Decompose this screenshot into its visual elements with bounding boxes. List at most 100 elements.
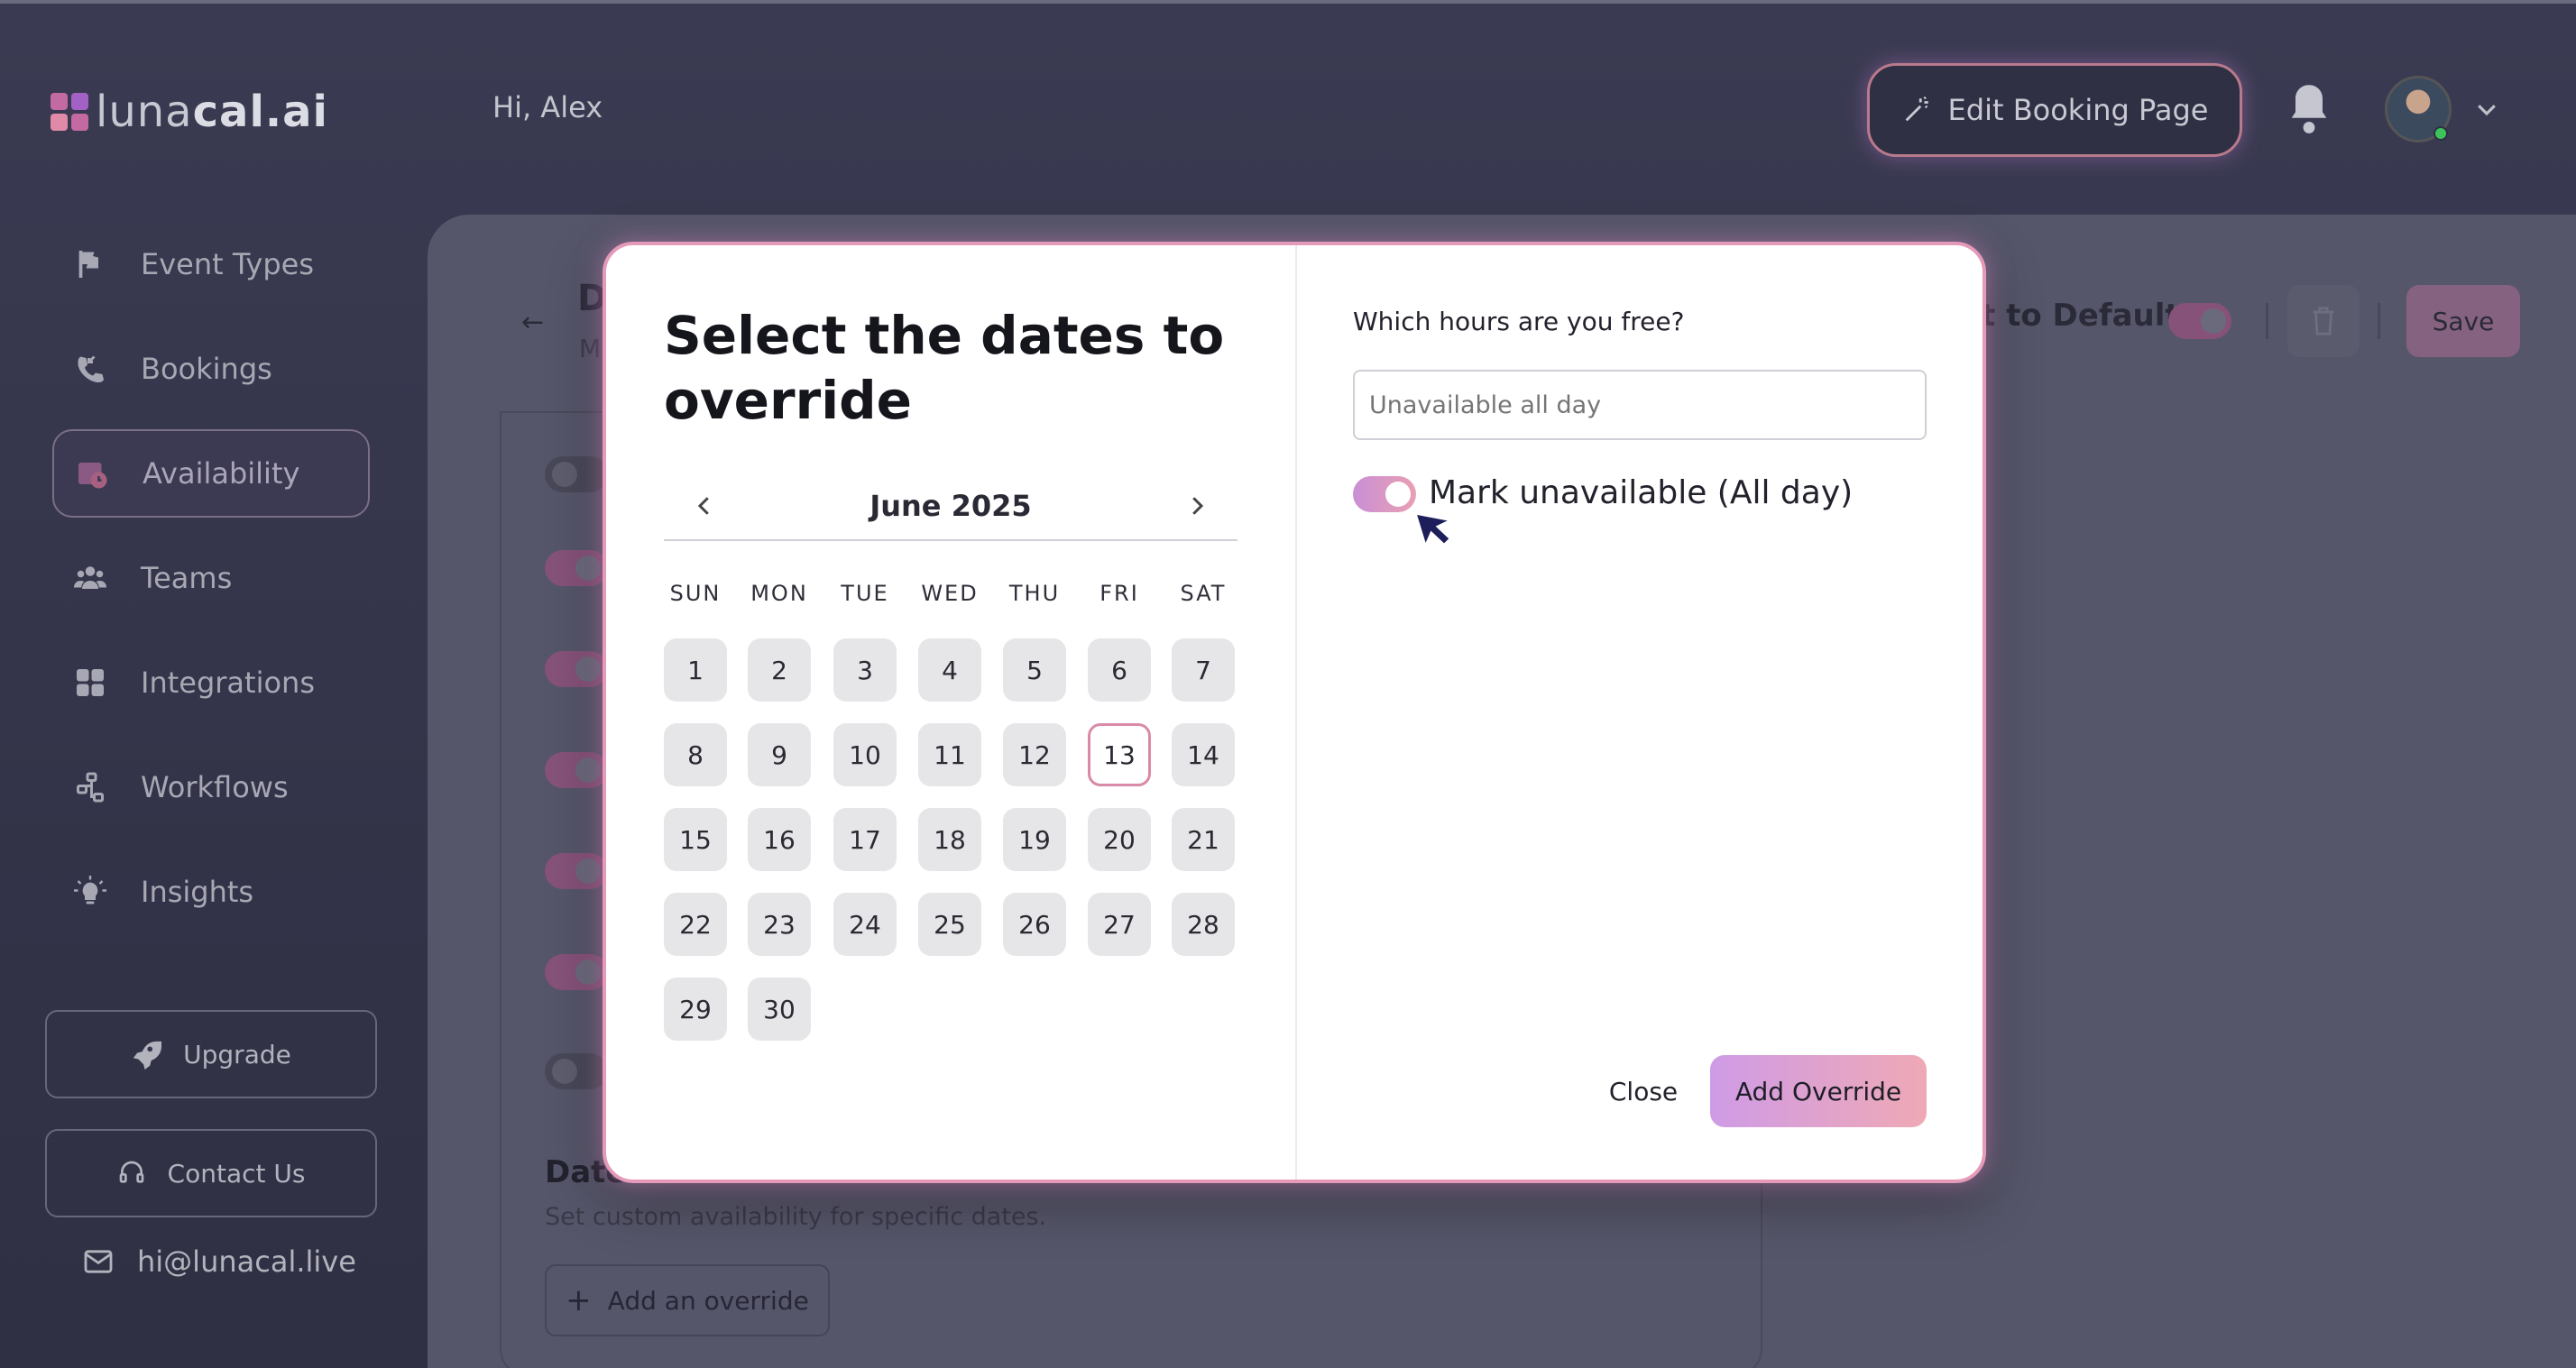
- lightbulb-icon: [72, 874, 108, 910]
- sidebar-item-bookings[interactable]: Bookings: [52, 325, 370, 413]
- set-to-default-label: t to Default: [1981, 298, 2180, 334]
- calendar-day-today[interactable]: 13: [1088, 723, 1151, 786]
- add-an-override-label: Add an override: [607, 1285, 809, 1316]
- date-override-modal: Select the dates to override June 2025 S…: [603, 242, 1986, 1183]
- divider: [2266, 303, 2268, 339]
- calendar-day[interactable]: 15: [664, 808, 727, 871]
- calendar-day[interactable]: 25: [918, 893, 981, 956]
- headset-icon: [119, 1161, 143, 1183]
- calendar-day[interactable]: 26: [1003, 893, 1066, 956]
- calendar-day[interactable]: 1: [664, 638, 727, 702]
- mail-icon: [84, 1250, 113, 1273]
- day-toggle[interactable]: [545, 456, 608, 492]
- calendar-day[interactable]: 27: [1088, 893, 1151, 956]
- phone-icon: [72, 351, 108, 387]
- calendar-day[interactable]: 3: [833, 638, 897, 702]
- close-button[interactable]: Close: [1589, 1055, 1697, 1127]
- support-email-link[interactable]: hi@lunacal.live: [83, 1244, 356, 1279]
- calendar-day[interactable]: 22: [664, 893, 727, 956]
- calendar-day[interactable]: 19: [1003, 808, 1066, 871]
- day-toggle[interactable]: [545, 752, 608, 788]
- calendar-day[interactable]: 21: [1172, 808, 1235, 871]
- delete-button[interactable]: [2287, 285, 2360, 357]
- calendar-day[interactable]: 6: [1088, 638, 1151, 702]
- support-email: hi@lunacal.live: [137, 1244, 356, 1279]
- edit-booking-page-button[interactable]: Edit Booking Page: [1867, 63, 2242, 157]
- back-arrow-icon[interactable]: ←: [521, 307, 544, 338]
- calendar-day[interactable]: 4: [918, 638, 981, 702]
- sidebar-item-label: Workflows: [141, 770, 289, 804]
- chevron-left-icon[interactable]: [691, 492, 718, 519]
- page-subtitle: M: [579, 334, 602, 363]
- save-button[interactable]: Save: [2406, 285, 2520, 357]
- weekday-header: SUN: [669, 581, 722, 606]
- sidebar-item-event-types[interactable]: Event Types: [52, 220, 370, 308]
- calendar-day[interactable]: 2: [748, 638, 811, 702]
- calendar-clock-icon: [74, 455, 110, 491]
- logo-mark-icon: [51, 93, 88, 131]
- calendar-day[interactable]: 10: [833, 723, 897, 786]
- calendar-day[interactable]: 11: [918, 723, 981, 786]
- calendar-month: June 2025: [869, 489, 1032, 523]
- sidebar-item-label: Teams: [141, 561, 233, 595]
- chevron-right-icon[interactable]: [1183, 492, 1210, 519]
- calendar-day[interactable]: 16: [748, 808, 811, 871]
- rocket-icon: [133, 1041, 162, 1070]
- calendar-day[interactable]: 14: [1172, 723, 1235, 786]
- weekday-header: FRI: [1099, 581, 1139, 606]
- flag-icon: [72, 246, 108, 282]
- weekday-header: WED: [921, 581, 979, 606]
- calendar-day[interactable]: 9: [748, 723, 811, 786]
- sidebar-item-insights[interactable]: Insights: [52, 848, 370, 936]
- calendar-day[interactable]: 12: [1003, 723, 1066, 786]
- calendar-day[interactable]: 17: [833, 808, 897, 871]
- day-toggle[interactable]: [545, 550, 608, 586]
- sidebar-item-teams[interactable]: Teams: [52, 534, 370, 622]
- plus-icon: +: [566, 1282, 592, 1318]
- online-status-dot: [2433, 126, 2448, 141]
- logo-text: lunacal.ai: [96, 87, 328, 137]
- upgrade-label: Upgrade: [183, 1039, 291, 1070]
- bell-icon[interactable]: [2286, 81, 2332, 135]
- mouse-cursor-icon: [1417, 515, 1449, 544]
- calendar-day[interactable]: 24: [833, 893, 897, 956]
- calendar-day[interactable]: 8: [664, 723, 727, 786]
- add-an-override-button[interactable]: + Add an override: [545, 1264, 830, 1336]
- calendar-day[interactable]: 5: [1003, 638, 1066, 702]
- calendar-day[interactable]: 29: [664, 978, 727, 1041]
- day-toggle[interactable]: [545, 853, 608, 889]
- sidebar-item-availability[interactable]: Availability: [52, 429, 370, 518]
- day-toggle[interactable]: [545, 954, 608, 990]
- calendar-day[interactable]: 28: [1172, 893, 1235, 956]
- sidebar-item-workflows[interactable]: Workflows: [52, 743, 370, 831]
- weekday-header: TUE: [841, 581, 889, 606]
- day-toggle[interactable]: [545, 651, 608, 687]
- upgrade-button[interactable]: Upgrade: [45, 1010, 377, 1098]
- calendar-day[interactable]: 18: [918, 808, 981, 871]
- weekday-header: SAT: [1180, 581, 1227, 606]
- users-icon: [72, 560, 108, 596]
- calendar-day[interactable]: 23: [748, 893, 811, 956]
- workflow-icon: [72, 769, 108, 805]
- weekday-header: THU: [1008, 581, 1061, 606]
- sidebar-item-integrations[interactable]: Integrations: [52, 638, 370, 727]
- divider: [2378, 303, 2380, 339]
- hours-input[interactable]: [1353, 370, 1927, 440]
- day-toggle[interactable]: [545, 1053, 608, 1089]
- weekday-header: MON: [750, 581, 808, 606]
- logo[interactable]: lunacal.ai: [51, 87, 328, 137]
- calendar-day[interactable]: 7: [1172, 638, 1235, 702]
- calendar-day[interactable]: 30: [748, 978, 811, 1041]
- grid-icon: [72, 665, 108, 701]
- calendar-day[interactable]: 20: [1088, 808, 1151, 871]
- contact-us-button[interactable]: Contact Us: [45, 1129, 377, 1217]
- edit-booking-page-label: Edit Booking Page: [1947, 93, 2209, 127]
- modal-divider: [1295, 245, 1297, 1180]
- top-line: [0, 0, 2576, 4]
- trash-icon: [2313, 307, 2334, 335]
- mark-unavailable-toggle[interactable]: [1353, 476, 1416, 512]
- chevron-down-icon[interactable]: [2473, 96, 2500, 123]
- add-override-button[interactable]: Add Override: [1710, 1055, 1927, 1127]
- mark-unavailable-label: Mark unavailable (All day): [1429, 474, 1854, 511]
- set-to-default-toggle[interactable]: [2168, 303, 2231, 339]
